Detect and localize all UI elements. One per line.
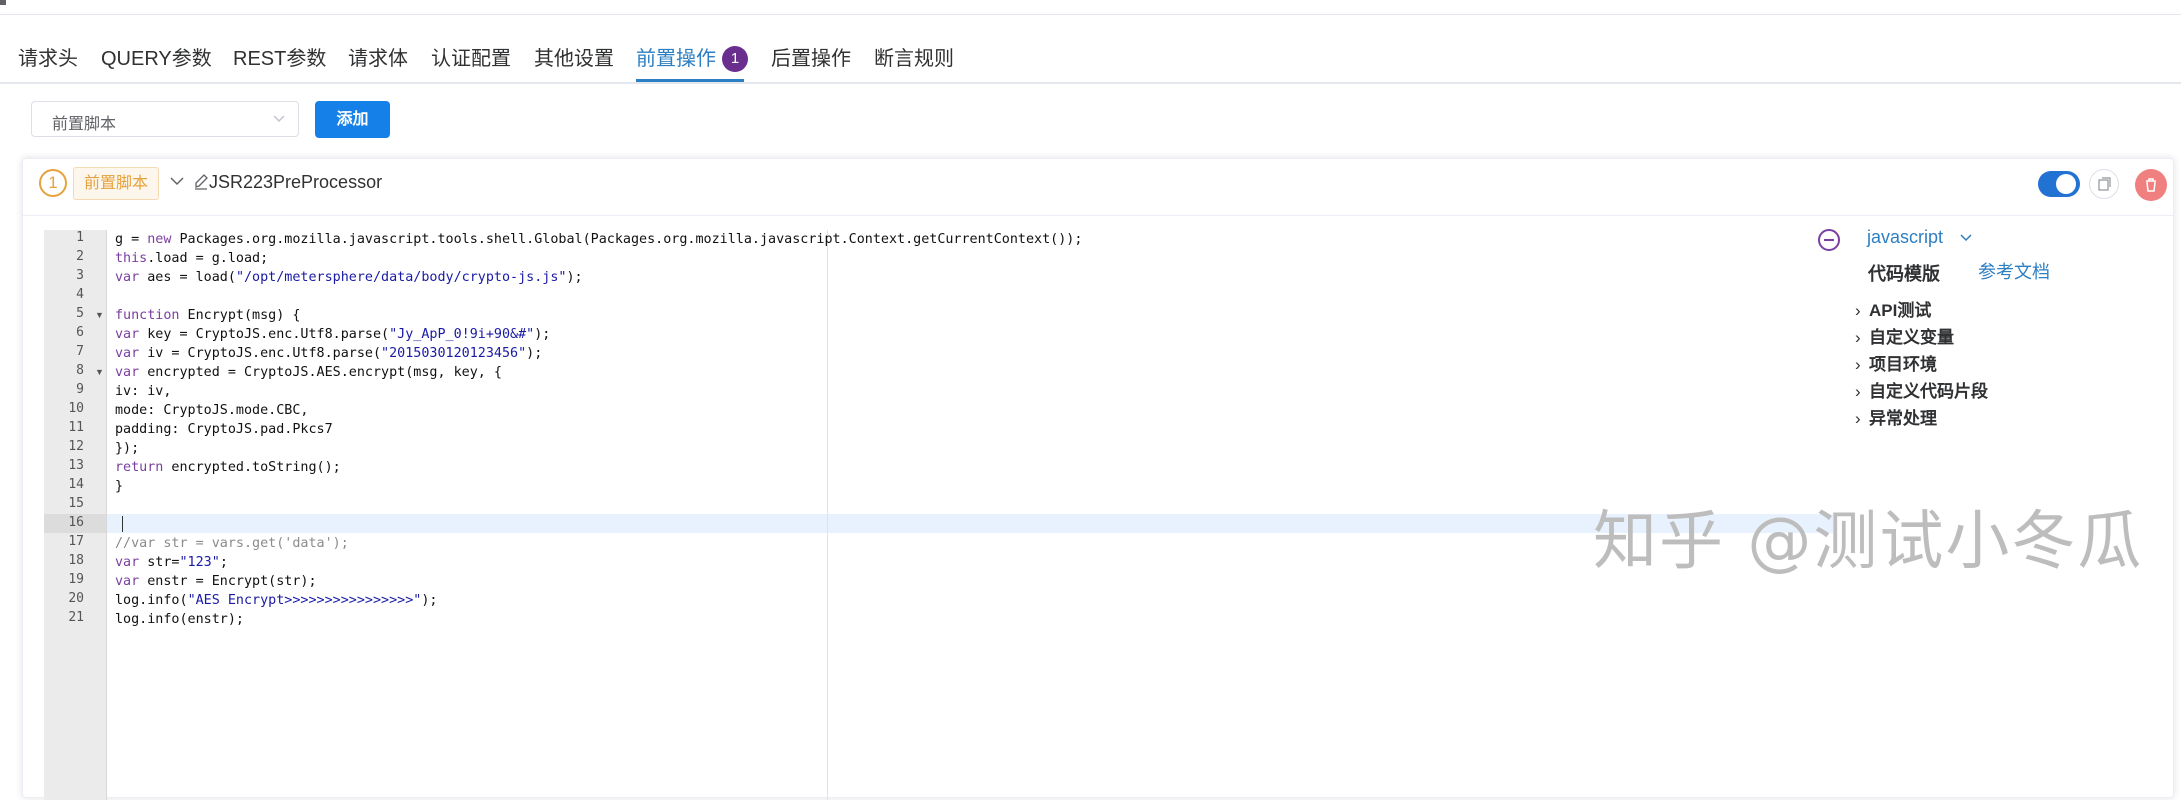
line-number: 18 xyxy=(68,553,84,568)
line-number: 2 xyxy=(76,249,84,264)
code-line[interactable]: var encrypted = CryptoJS.AES.encrypt(msg… xyxy=(115,363,502,382)
tab-auth-config[interactable]: 认证配置 xyxy=(431,42,511,71)
fold-toggle-icon[interactable]: ▼ xyxy=(95,310,104,320)
print-margin xyxy=(827,230,828,800)
tab-other-settings[interactable]: 其他设置 xyxy=(534,42,614,71)
chevron-right-icon: › xyxy=(1855,409,1861,428)
code-line[interactable]: //var str = vars.get('data'); xyxy=(115,534,349,553)
tree-item-label: 自定义变量 xyxy=(1869,328,1954,347)
chevron-right-icon: › xyxy=(1855,355,1861,374)
code-line[interactable]: log.info(enstr); xyxy=(115,610,244,629)
processor-card: 1 前置脚本 JSR223PreProcessor 1 2 3 4 5 ▼ 6 7 8 ▼ 9 10 1… xyxy=(22,158,2174,800)
code-line[interactable]: log.info("AES Encrypt>>>>>>>>>>>>>>>>"); xyxy=(115,591,437,610)
code-line[interactable]: this.load = g.load; xyxy=(115,249,268,268)
chevron-down-icon[interactable] xyxy=(169,173,185,189)
text-cursor xyxy=(122,516,123,532)
line-number: 3 xyxy=(76,268,84,283)
code-line[interactable]: var str="123"; xyxy=(115,553,228,572)
line-number: 12 xyxy=(68,439,84,454)
line-number: 7 xyxy=(76,344,84,359)
line-number: 17 xyxy=(68,534,84,549)
tab-request-body[interactable]: 请求体 xyxy=(348,42,408,71)
copy-icon xyxy=(2098,177,2111,191)
processor-name[interactable]: JSR223PreProcessor xyxy=(209,172,382,193)
tree-item-label: API测试 xyxy=(1869,301,1932,320)
top-left-mark xyxy=(0,0,6,5)
line-number: 10 xyxy=(68,401,84,416)
language-select[interactable]: javascript xyxy=(1867,227,1943,248)
processor-type-select[interactable]: 前置脚本 xyxy=(31,101,299,137)
code-line[interactable]: } xyxy=(115,477,123,496)
tab-query-params[interactable]: QUERY参数 xyxy=(101,42,212,71)
line-number: 11 xyxy=(68,420,84,435)
line-number: 16 xyxy=(68,515,84,530)
code-line[interactable]: padding: CryptoJS.pad.Pkcs7 xyxy=(115,420,333,439)
chevron-right-icon: › xyxy=(1855,382,1861,401)
code-line[interactable]: var key = CryptoJS.enc.Utf8.parse("Jy_Ap… xyxy=(115,325,550,344)
chevron-right-icon: › xyxy=(1855,301,1861,320)
tree-item-custom-variables[interactable]: › 自定义变量 xyxy=(1855,323,1954,348)
active-line-highlight xyxy=(107,514,1833,533)
line-number: 9 xyxy=(76,382,84,397)
tree-item-project-env[interactable]: › 项目环境 xyxy=(1855,350,1937,375)
processor-type-tag: 前置脚本 xyxy=(73,167,159,200)
tab-post-operations[interactable]: 后置操作 xyxy=(771,42,851,71)
code-line[interactable]: iv: iv, xyxy=(115,382,171,401)
line-number: 4 xyxy=(76,287,84,302)
delete-button[interactable] xyxy=(2135,169,2167,201)
watermark: 知乎 @测试小冬瓜 xyxy=(1593,505,2144,579)
tree-item-label: 自定义代码片段 xyxy=(1869,382,1988,401)
line-number: 19 xyxy=(68,572,84,587)
line-number: 5 xyxy=(76,306,84,321)
code-line[interactable]: }); xyxy=(115,439,139,458)
collapse-panel-icon[interactable] xyxy=(1818,229,1840,251)
top-border xyxy=(0,0,2181,15)
tab-rest-params[interactable]: REST参数 xyxy=(233,42,326,71)
tab-pre-operations-label: 前置操作 xyxy=(636,48,716,70)
request-tabs: 请求头 QUERY参数 REST参数 请求体 认证配置 其他设置 前置操作 1 后… xyxy=(0,38,2181,84)
edit-icon[interactable] xyxy=(193,172,209,190)
line-number: 21 xyxy=(68,610,84,625)
copy-button[interactable] xyxy=(2089,169,2119,199)
enable-toggle[interactable] xyxy=(2038,171,2080,197)
active-tab-indicator xyxy=(636,79,744,82)
add-button[interactable]: 添加 xyxy=(315,101,390,138)
tree-item-label: 项目环境 xyxy=(1869,355,1937,374)
line-number: 6 xyxy=(76,325,84,340)
tree-item-api-test[interactable]: › API测试 xyxy=(1855,296,1931,321)
tree-item-label: 异常处理 xyxy=(1869,409,1937,428)
code-line[interactable]: mode: CryptoJS.mode.CBC, xyxy=(115,401,308,420)
tab-pre-operations[interactable]: 前置操作 1 xyxy=(636,42,748,72)
line-number: 15 xyxy=(68,496,84,511)
toggle-knob xyxy=(2056,174,2076,194)
processor-index: 1 xyxy=(39,169,67,197)
line-number: 14 xyxy=(68,477,84,492)
chevron-right-icon: › xyxy=(1855,328,1861,347)
line-number: 20 xyxy=(68,591,84,606)
reference-doc-link[interactable]: 参考文档 xyxy=(1978,258,2050,284)
line-number: 1 xyxy=(76,230,84,245)
fold-toggle-icon[interactable]: ▼ xyxy=(95,367,104,377)
code-template-label: 代码模版 xyxy=(1868,264,1940,284)
card-header-divider xyxy=(23,215,2173,216)
chevron-down-icon[interactable] xyxy=(1959,231,1973,245)
tab-assertions[interactable]: 断言规则 xyxy=(874,42,954,71)
tree-item-custom-snippets[interactable]: › 自定义代码片段 xyxy=(1855,377,1988,402)
code-line[interactable]: var enstr = Encrypt(str); xyxy=(115,572,317,591)
line-number: 8 xyxy=(76,363,84,378)
line-number: 13 xyxy=(68,458,84,473)
code-line[interactable]: return encrypted.toString(); xyxy=(115,458,341,477)
tab-request-headers[interactable]: 请求头 xyxy=(18,42,78,71)
code-line[interactable]: g = new Packages.org.mozilla.javascript.… xyxy=(115,230,1082,249)
code-line[interactable]: var aes = load("/opt/metersphere/data/bo… xyxy=(115,268,583,287)
code-line[interactable]: function Encrypt(msg) { xyxy=(115,306,300,325)
trash-icon xyxy=(2146,178,2156,192)
tab-count-badge: 1 xyxy=(722,46,748,72)
processor-type-value: 前置脚本 xyxy=(52,116,117,133)
code-line[interactable]: var iv = CryptoJS.enc.Utf8.parse("201503… xyxy=(115,344,542,363)
tree-item-exception-handling[interactable]: › 异常处理 xyxy=(1855,404,1937,429)
chevron-down-icon xyxy=(273,115,285,123)
